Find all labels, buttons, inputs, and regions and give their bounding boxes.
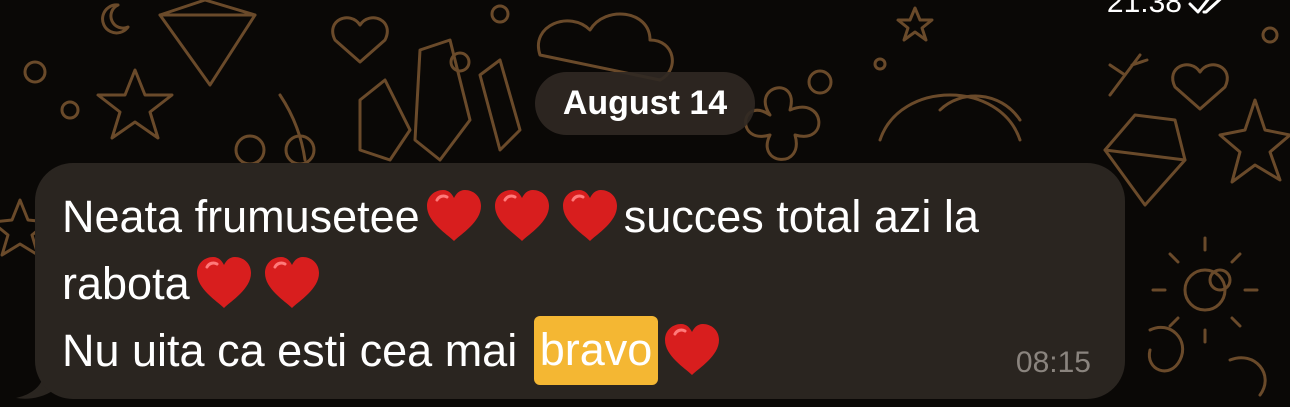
previous-message-time: 21:38 [1106, 0, 1182, 19]
message-line-1: Neata frumusetee succes total azi la [62, 183, 1102, 250]
heart-emoji-icon [261, 253, 323, 315]
message-line-2: rabota [62, 250, 1102, 317]
message-text-segment: Neata frumusetee [62, 191, 420, 242]
search-highlight: bravo [533, 316, 659, 385]
heart-emoji-icon [661, 320, 723, 382]
heart-emoji-icon [423, 186, 485, 248]
message-text-segment: rabota [62, 258, 190, 309]
date-separator: August 14 [535, 72, 755, 135]
previous-message-meta: 21:38 [1107, 0, 1232, 20]
message-timestamp: 08:15 [1015, 346, 1091, 379]
heart-emoji-icon [193, 253, 255, 315]
heart-emoji-icon [491, 186, 553, 248]
message-text-segment: succes total azi la [623, 191, 979, 242]
message-line-3: Nu uita ca esti cea mai bravo [62, 316, 1102, 385]
message-text-segment: Nu uita ca esti cea mai [62, 325, 530, 376]
date-label: August 14 [562, 84, 728, 122]
double-check-icon [1188, 0, 1222, 14]
message-text: Neata frumusetee succes total azi la rab… [62, 183, 1102, 385]
heart-emoji-icon [559, 186, 621, 248]
